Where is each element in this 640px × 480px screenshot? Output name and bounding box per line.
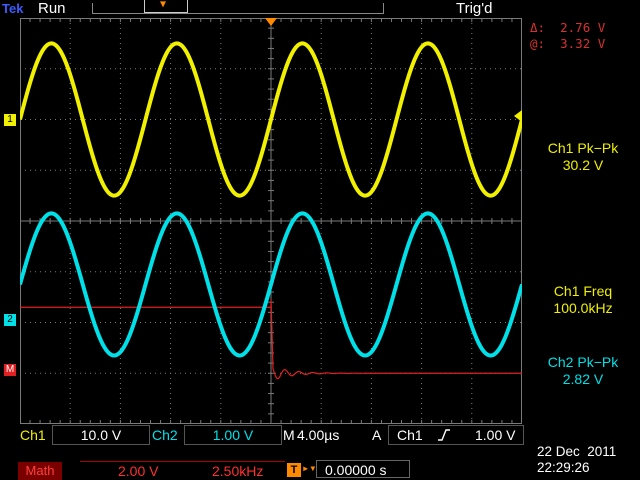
math-frequency-value[interactable]: 2.50kHz	[212, 462, 263, 480]
trigger-level-marker-icon	[514, 110, 522, 122]
cursor-delta-value: 2.76 V	[560, 20, 606, 35]
time: 22:29:26	[537, 460, 590, 475]
ch2-scale-value[interactable]: 1.00 V	[184, 425, 282, 445]
trigger-settings[interactable]: Ch1 1.00 V	[388, 425, 524, 445]
date: 22 Dec 2011	[537, 444, 617, 459]
waveform-display[interactable]	[20, 18, 522, 424]
trigger-type: A	[372, 427, 382, 443]
trigger-position-arrow-icon: ▸▾	[302, 461, 317, 475]
cursor-delta-label: Δ:	[530, 20, 546, 35]
measurement-label: Ch1 Pk−Pk	[547, 140, 619, 156]
status-bar: Tek Run ▼ Trig'd	[0, 0, 640, 18]
record-length-bar	[92, 3, 384, 14]
cursor-at-value: 3.32 V	[560, 36, 606, 51]
measurement-label: Ch1 Freq	[553, 283, 613, 299]
measurement-ch2-pkpk[interactable]: Ch2 Pk−Pk 2.82 V	[526, 354, 640, 388]
measurement-value: 30.2 V	[562, 157, 604, 173]
ch1-scale-label[interactable]: Ch1	[20, 426, 46, 444]
trigger-time-marker-icon	[265, 18, 277, 26]
datetime: 22 Dec 2011 22:29:26	[537, 444, 616, 476]
cursor-at-label: @:	[530, 36, 546, 51]
cursor-readout: Δ: 2.76 V @: 3.32 V	[530, 20, 605, 52]
brand-logo: Tek	[2, 1, 24, 16]
trigger-position-value[interactable]: 0.00000 s	[316, 460, 410, 478]
trigger-source: Ch1	[397, 427, 423, 443]
ch2-ground-marker[interactable]: 2	[4, 314, 16, 326]
measurement-ch1-pkpk[interactable]: Ch1 Pk−Pk 30.2 V	[526, 140, 640, 174]
timebase-value[interactable]: 4.00µs	[297, 426, 339, 444]
rising-edge-icon	[438, 429, 450, 441]
ch1-ground-marker[interactable]: 1	[4, 114, 16, 126]
math-label[interactable]: Math	[18, 462, 62, 480]
trigger-status: Trig'd	[456, 0, 493, 17]
measurement-value: 100.0kHz	[553, 300, 613, 316]
measurement-ch1-freq[interactable]: Ch1 Freq 100.0kHz	[526, 283, 640, 317]
math-scale-value[interactable]: 2.00 V	[118, 462, 158, 480]
acquisition-state: Run	[38, 0, 66, 17]
math-ground-marker[interactable]: M	[4, 364, 16, 376]
ch1-scale-value[interactable]: 10.0 V	[52, 425, 150, 445]
trigger-position-icon: T	[287, 463, 301, 477]
trigger-position-marker-icon: ▼	[160, 0, 167, 10]
measurement-label: Ch2 Pk−Pk	[547, 354, 619, 370]
trigger-level: 1.00 V	[475, 427, 516, 443]
ch2-scale-label[interactable]: Ch2	[152, 426, 178, 444]
measurement-value: 2.82 V	[562, 371, 604, 387]
timebase-label: M	[283, 427, 295, 443]
